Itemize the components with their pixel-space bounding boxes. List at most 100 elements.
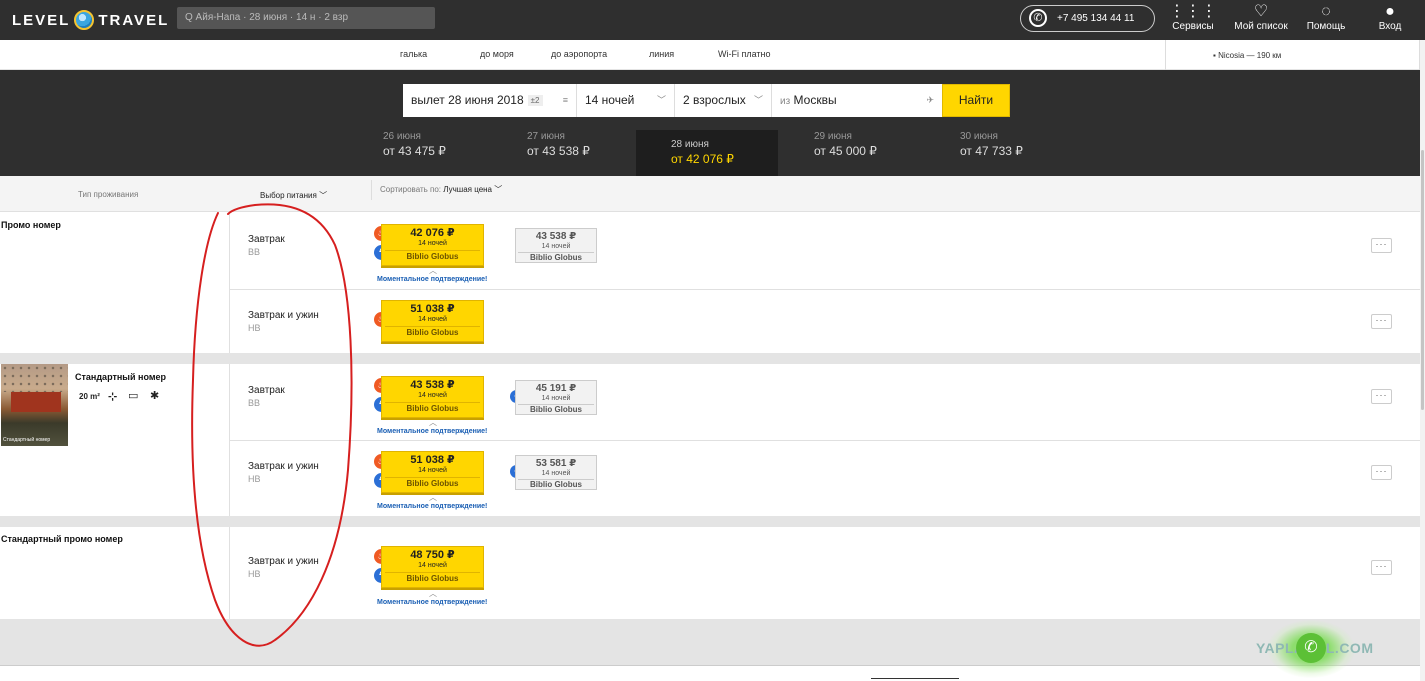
- wifi-icon: ⊹: [108, 391, 118, 403]
- more-options-button[interactable]: ···: [1371, 389, 1392, 404]
- departure-city-field[interactable]: из Москвы ✈: [771, 84, 942, 117]
- offer-operator: Biblio Globus: [385, 250, 480, 262]
- offer-nights: 14 ночей: [418, 467, 447, 474]
- chevron-down-icon: ﹀: [753, 95, 763, 105]
- offer-nights: 14 ночей: [418, 392, 447, 399]
- offer-nights: 14 ночей: [418, 316, 447, 323]
- chevron-up-icon[interactable]: ︿: [429, 492, 437, 503]
- offer-button[interactable]: 48 750 ₽ 14 ночей Biblio Globus: [381, 546, 484, 588]
- date-flex-badge[interactable]: ±2: [527, 95, 543, 107]
- phone-icon: ✆: [1029, 9, 1047, 27]
- room-separator: [0, 516, 1420, 527]
- day-date: 28 июня: [671, 139, 709, 150]
- amenity-item: линия: [649, 49, 675, 59]
- alt-nights: 14 ночей: [541, 470, 571, 477]
- offer-price: 42 076 ₽: [410, 227, 455, 239]
- alt-offer[interactable]: 45 191 ₽ 14 ночей Biblio Globus: [515, 380, 597, 415]
- chevron-up-icon[interactable]: ︿: [429, 588, 437, 599]
- alt-operator: Biblio Globus: [518, 252, 594, 263]
- phone-number: +7 495 134 44 11: [1057, 13, 1135, 24]
- day-option[interactable]: 29 июня от 45 000 ₽: [814, 130, 877, 176]
- room-area: 20 m²: [79, 392, 100, 401]
- find-button[interactable]: Найти: [942, 84, 1010, 117]
- scrollbar-thumb[interactable]: [1421, 150, 1424, 410]
- chevron-up-icon[interactable]: ︿: [429, 265, 437, 276]
- meal-name: Завтрак: [248, 234, 285, 245]
- offer-operator: Biblio Globus: [385, 402, 480, 414]
- column-divider: [229, 212, 230, 353]
- day-option[interactable]: 27 июня от 43 538 ₽: [527, 130, 590, 176]
- amenity-item: до моря: [480, 49, 514, 59]
- more-options-button[interactable]: ···: [1371, 560, 1392, 575]
- offer-button[interactable]: 42 076 ₽ 14 ночей Biblio Globus: [381, 224, 484, 266]
- alt-nights: 14 ночей: [541, 243, 571, 250]
- more-options-button[interactable]: ···: [1371, 314, 1392, 329]
- day-price: от 42 076 ₽: [671, 152, 734, 166]
- room-title: Стандартный номер: [75, 372, 166, 382]
- offer-button[interactable]: 51 038 ₽ 14 ночей Biblio Globus: [381, 300, 484, 342]
- phone-icon: ✆: [1296, 633, 1326, 663]
- meal-option: Завтрак BB: [248, 234, 285, 258]
- sort-control[interactable]: Сортировать по: Лучшая цена ﹀: [380, 184, 502, 195]
- nav-help[interactable]: ◌ Помощь: [1302, 3, 1350, 37]
- distance-panel: [1165, 40, 1420, 70]
- nav-services-label: Сервисы: [1172, 21, 1214, 32]
- guests-value: 2 взрослых: [683, 93, 746, 107]
- meal-code: HB: [248, 474, 261, 484]
- offer-button[interactable]: 51 038 ₽ 14 ночей Biblio Globus: [381, 451, 484, 493]
- sort-value: Лучшая цена: [443, 185, 493, 194]
- nights-select[interactable]: 14 ночей ﹀: [576, 84, 674, 117]
- meal-code: HB: [248, 569, 261, 579]
- column-divider: [229, 527, 230, 619]
- meal-option: Завтрак BB: [248, 385, 285, 409]
- calendar-icon: ≡: [562, 95, 568, 105]
- meal-name: Завтрак: [248, 385, 285, 396]
- phone-button[interactable]: ✆ +7 495 134 44 11: [1020, 5, 1155, 32]
- meal-filter[interactable]: Выбор питания ﹀: [260, 190, 327, 201]
- nights-value: 14 ночей: [585, 93, 635, 107]
- room-photo[interactable]: Стандартный номер: [1, 364, 68, 446]
- meal-filter-label: Выбор питания: [260, 191, 317, 200]
- nav-login-label: Вход: [1378, 21, 1402, 32]
- instant-confirmation: Моментальное подтверждение!: [377, 599, 488, 606]
- nav-services[interactable]: ⋮⋮⋮ Сервисы: [1168, 3, 1218, 37]
- alt-offer[interactable]: 53 581 ₽ 14 ночей Biblio Globus: [515, 455, 597, 490]
- logo-text-right: TRAVEL: [98, 11, 170, 29]
- table-header: [0, 176, 1420, 212]
- day-option-selected[interactable]: 28 июня от 42 076 ₽: [636, 130, 778, 176]
- nav-login[interactable]: ● Вход: [1370, 3, 1410, 37]
- date-field[interactable]: вылет 28 июня 2018 ±2 ≡: [403, 84, 576, 117]
- day-date: 26 июня: [383, 131, 421, 142]
- room-separator: [0, 353, 1420, 364]
- grid-icon: ⋮⋮⋮: [1169, 3, 1217, 20]
- day-option[interactable]: 30 июня от 47 733 ₽: [960, 130, 1023, 176]
- offer-price: 48 750 ₽: [410, 549, 455, 561]
- offer-button[interactable]: 43 538 ₽ 14 ночей Biblio Globus: [381, 376, 484, 418]
- row-divider: [230, 289, 1420, 290]
- alt-operator: Biblio Globus: [518, 479, 594, 490]
- header-search-input[interactable]: Q Айя-Напа · 28 июня · 14 н · 2 взр: [177, 7, 435, 29]
- day-price: от 43 475 ₽: [383, 144, 446, 158]
- chevron-up-icon[interactable]: ︿: [429, 417, 437, 428]
- instant-confirmation: Моментальное подтверждение!: [377, 276, 488, 283]
- nav-favorites[interactable]: ♡ Мой список: [1230, 3, 1292, 37]
- row-divider: [230, 440, 1420, 441]
- day-option[interactable]: 26 июня от 43 475 ₽: [383, 130, 446, 176]
- distance-item: ▪ Nicosia — 190 км: [1213, 51, 1282, 60]
- lightbulb-icon: ◌: [1321, 3, 1331, 20]
- day-price: от 45 000 ₽: [814, 144, 877, 158]
- logo-text-left: LEVEL: [12, 11, 71, 29]
- meal-code: BB: [248, 398, 261, 408]
- day-date: 27 июня: [527, 131, 565, 142]
- nav-favorites-label: Мой список: [1234, 21, 1288, 32]
- tv-icon: ▭: [128, 390, 139, 402]
- room-title: Стандартный промо номер: [1, 534, 123, 544]
- more-options-button[interactable]: ···: [1371, 238, 1392, 253]
- more-options-button[interactable]: ···: [1371, 465, 1392, 480]
- chevron-down-icon: ﹀: [319, 191, 328, 200]
- globe-icon: [74, 10, 95, 30]
- room-photo-caption: Стандартный номер: [3, 437, 51, 443]
- alt-offer[interactable]: 43 538 ₽ 14 ночей Biblio Globus: [515, 228, 597, 263]
- logo[interactable]: LEVEL TRAVEL: [12, 9, 169, 31]
- guests-select[interactable]: 2 взрослых ﹀: [674, 84, 771, 117]
